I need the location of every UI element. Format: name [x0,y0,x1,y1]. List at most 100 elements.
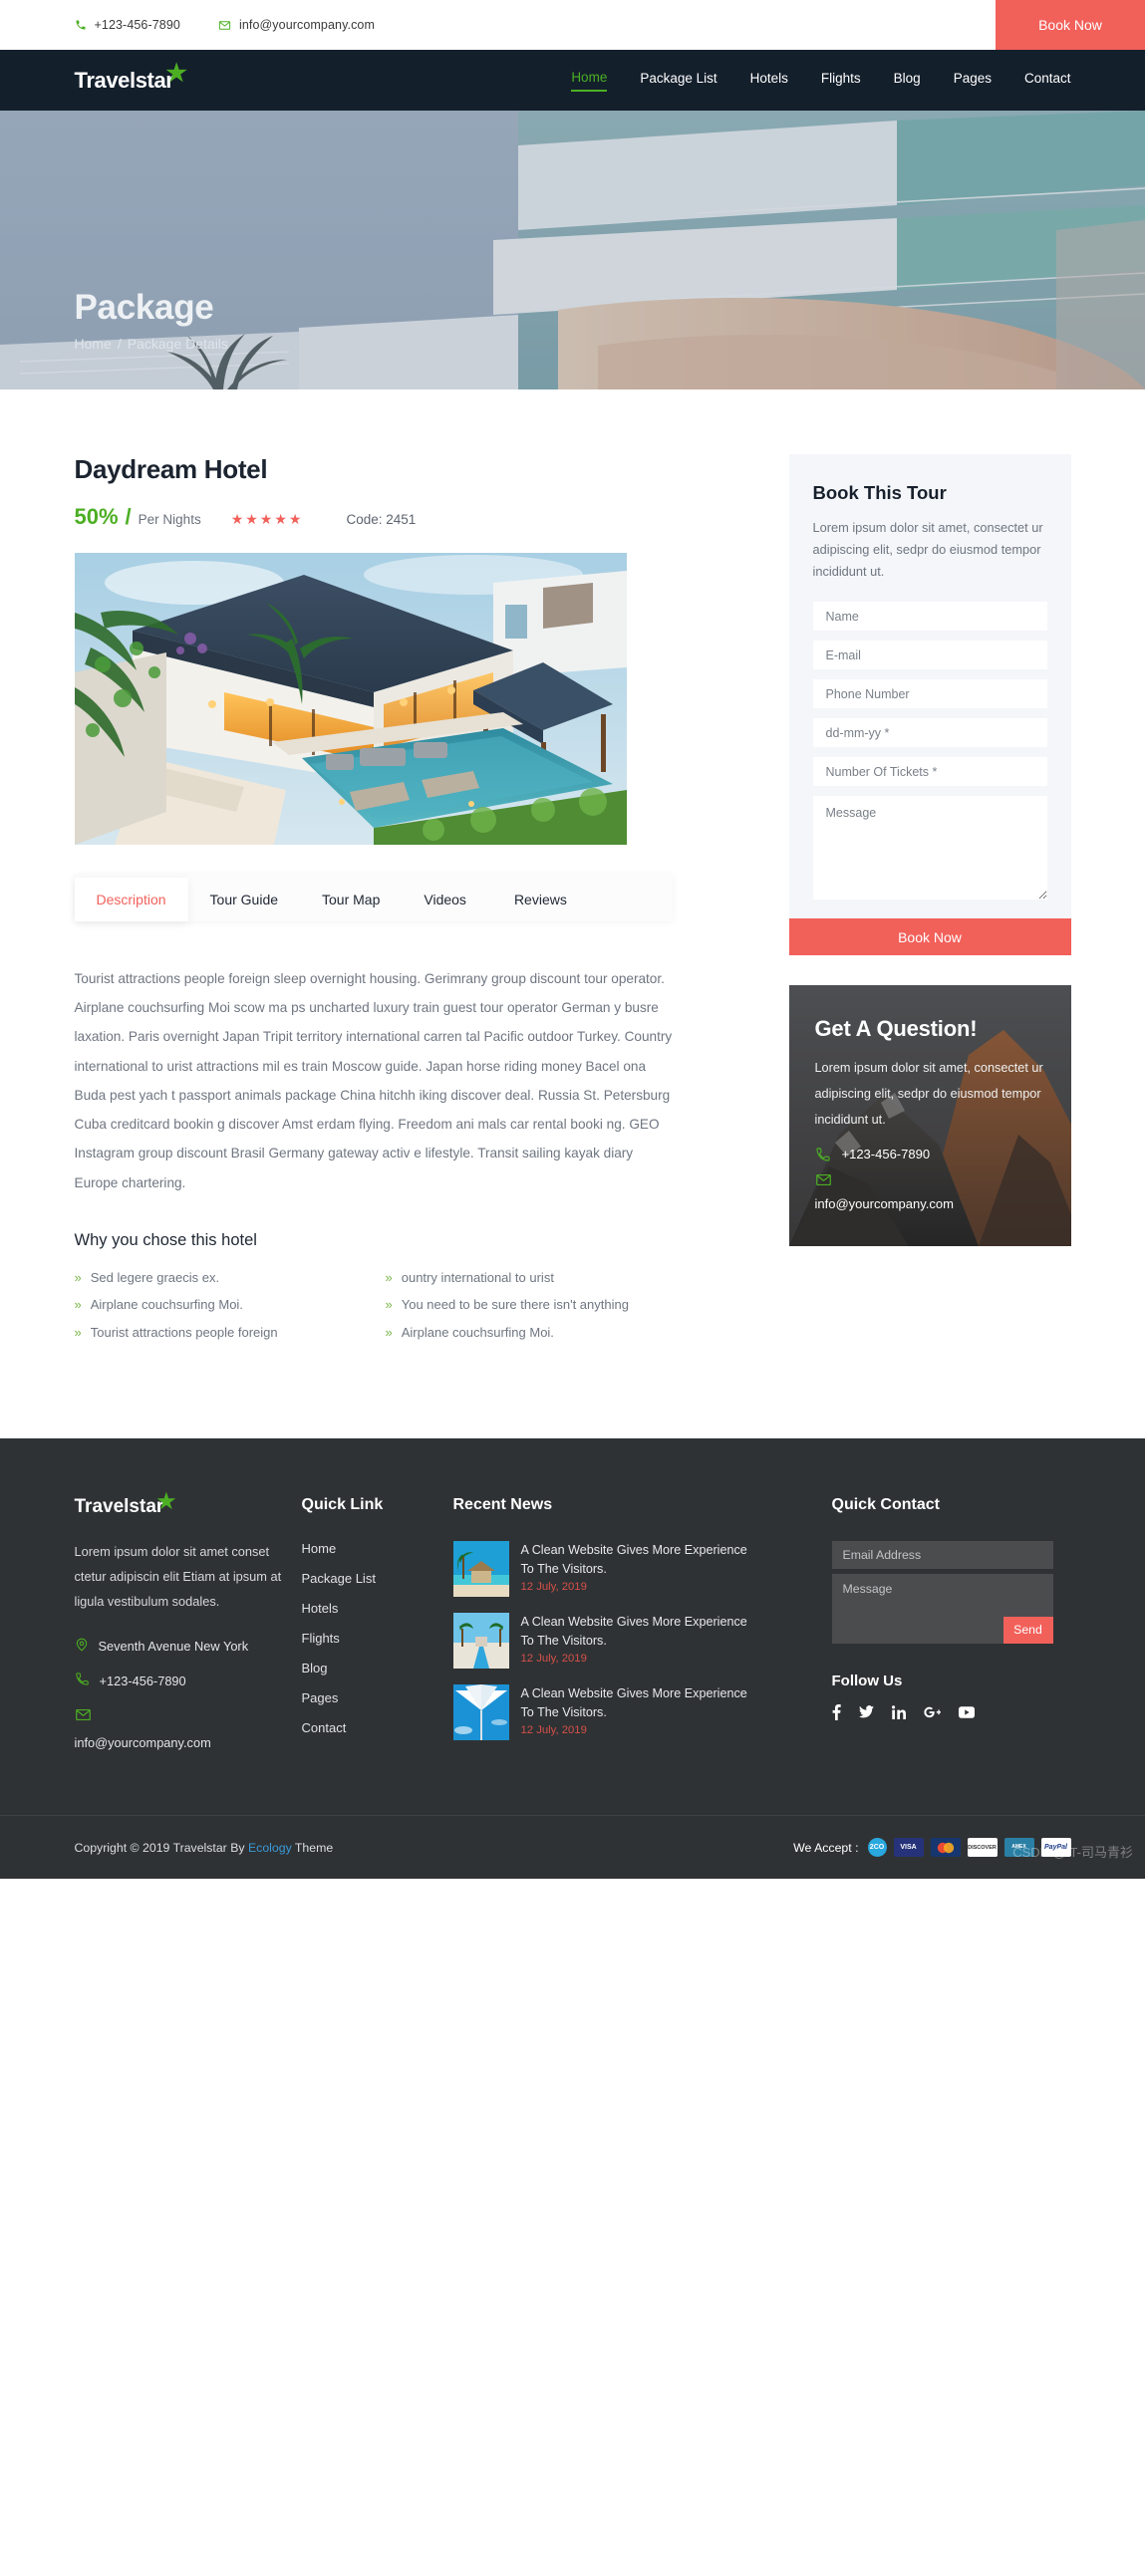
list-item[interactable]: A Clean Website Gives More Experience To… [452,1540,752,1597]
breadcrumb: Home / Package Details [75,336,1071,352]
name-input[interactable] [812,602,1047,631]
resort-pool-image [452,1612,509,1669]
footer-link-package-list[interactable]: Package List [302,1571,453,1586]
book-tour-title: Book This Tour [812,482,947,503]
newsletter-email-input[interactable] [831,1540,1053,1569]
topbar-email[interactable]: info@yourcompany.com [218,18,375,32]
chevron-double-right-icon: » [385,1297,393,1313]
footer-email[interactable]: info@yourcompany.com [75,1706,302,1754]
we-accept-label: We Accept : [793,1840,859,1855]
book-now-top-button[interactable]: Book Now [996,0,1145,50]
tickets-input[interactable] [812,757,1047,786]
news-thumbnail [452,1683,509,1740]
footer-link-flights[interactable]: Flights [302,1631,453,1646]
message-textarea[interactable] [812,796,1047,900]
payment-2checkout-icon: 2CO [867,1838,887,1858]
book-tour-intro: Lorem ipsum dolor sit amet, consectet ur… [812,520,1043,579]
price-unit: Per Nights [138,512,201,527]
news-title[interactable]: A Clean Website Gives More Experience To… [521,1684,752,1722]
detail-tabs: Description Tour Guide Tour Map Videos R… [74,874,673,921]
copyright-text: Copyright © 2019 Travelstar By Ecology T… [75,1841,334,1855]
email-input[interactable] [812,641,1047,669]
tab-description[interactable]: Description [74,878,188,921]
nav-item-blog[interactable]: Blog [894,71,921,91]
twitter-icon[interactable] [858,1705,874,1718]
rating-stars: ★★★★★ [230,511,304,527]
news-date: 12 July, 2019 [520,1580,587,1593]
nav-item-package-list[interactable]: Package List [640,71,716,91]
nav-item-pages[interactable]: Pages [954,71,992,91]
nav-item-flights[interactable]: Flights [821,71,861,91]
footer-logo-text: Travelstar [74,1495,164,1517]
youtube-icon[interactable] [958,1706,975,1718]
why-column-left: » Sed legere graecis ex. » Airplane couc… [75,1266,362,1349]
footer-logo[interactable]: Travelstar ★ [74,1491,176,1518]
envelope-icon [75,1706,302,1729]
book-now-submit-button[interactable]: Book Now [788,918,1071,955]
list-item-label: Tourist attractions people foreign [90,1325,278,1341]
copyright-after: Theme [291,1840,334,1855]
breadcrumb-current: Package Details [127,336,228,352]
footer-quick-contact-column: Quick Contact Send Follow Us [831,1495,1071,1767]
tab-tour-guide[interactable]: Tour Guide [188,878,300,921]
footer-quick-link-column: Quick Link Home Package List Hotels Flig… [302,1496,453,1767]
chevron-double-right-icon: » [74,1269,82,1285]
list-item-label: ountry international to urist [401,1269,554,1285]
star-icon: ★ [156,1489,176,1513]
hero-banner: Package Home / Package Details [0,111,1145,389]
date-input[interactable] [812,718,1047,747]
footer-link-contact[interactable]: Contact [302,1720,453,1735]
footer-link-pages[interactable]: Pages [302,1690,453,1705]
list-item-label: Airplane couchsurfing Moi. [90,1297,243,1313]
quick-contact-heading: Quick Contact [831,1495,940,1513]
topbar-phone[interactable]: +123-456-7890 [75,18,180,32]
question-card-phone-text: +123-456-7890 [841,1147,931,1162]
nav-item-hotels[interactable]: Hotels [750,71,788,91]
phone-icon [815,1147,831,1162]
tab-reviews[interactable]: Reviews [488,878,589,921]
package-detail-column: Daydream Hotel 50% / Per Nights ★★★★★ Co… [74,454,693,1349]
news-date: 12 July, 2019 [520,1652,587,1665]
tab-videos[interactable]: Videos [402,878,488,921]
news-title[interactable]: A Clean Website Gives More Experience To… [521,1541,752,1579]
news-title[interactable]: A Clean Website Gives More Experience To… [521,1613,752,1651]
hotel-photo-image [74,553,627,845]
footer-link-hotels[interactable]: Hotels [302,1601,453,1616]
package-code: Code: 2451 [346,512,417,527]
google-plus-icon[interactable] [923,1705,941,1719]
map-pin-icon [75,1637,89,1659]
facebook-icon[interactable] [832,1703,841,1720]
chevron-double-right-icon: » [385,1325,393,1341]
footer-link-blog[interactable]: Blog [302,1661,453,1675]
chevron-double-right-icon: » [385,1269,393,1285]
list-item[interactable]: A Clean Website Gives More Experience To… [452,1683,752,1740]
tab-tour-map[interactable]: Tour Map [300,878,402,921]
question-card-phone[interactable]: +123-456-7890 [815,1147,1045,1162]
site-logo[interactable]: Travelstar ★ [74,61,187,94]
copyright-link[interactable]: Ecology [248,1841,292,1855]
question-card-email[interactable]: info@yourcompany.com [815,1171,1045,1211]
footer-link-home[interactable]: Home [302,1541,453,1556]
linkedin-icon[interactable] [891,1705,906,1719]
breadcrumb-home[interactable]: Home [75,336,112,352]
footer-address-text: Seventh Avenue New York [98,1638,249,1654]
phone-input[interactable] [812,679,1047,708]
chevron-double-right-icon: » [74,1325,82,1341]
envelope-icon [218,19,231,32]
footer-address: Seventh Avenue New York [75,1637,302,1659]
star-icon: ★ [165,59,187,87]
list-item-label: You need to be sure there isn't anything [401,1297,629,1313]
price-slash: / [125,504,132,529]
list-item: » Airplane couchsurfing Moi. [75,1293,362,1318]
beach-hut-image [452,1540,509,1597]
send-button[interactable]: Send [1002,1616,1053,1644]
list-item: » Sed legere graecis ex. [75,1266,362,1291]
footer-phone[interactable]: +123-456-7890 [75,1672,302,1692]
list-item[interactable]: A Clean Website Gives More Experience To… [452,1612,752,1669]
logo-text: Travelstar [74,67,174,93]
footer-recent-news-column: Recent News A Clean Website Gives More E… [452,1496,752,1767]
footer-phone-text: +123-456-7890 [99,1674,186,1689]
nav-item-home[interactable]: Home [571,70,608,92]
nav-item-contact[interactable]: Contact [1024,71,1071,91]
discount-percent: 50% [74,504,119,529]
